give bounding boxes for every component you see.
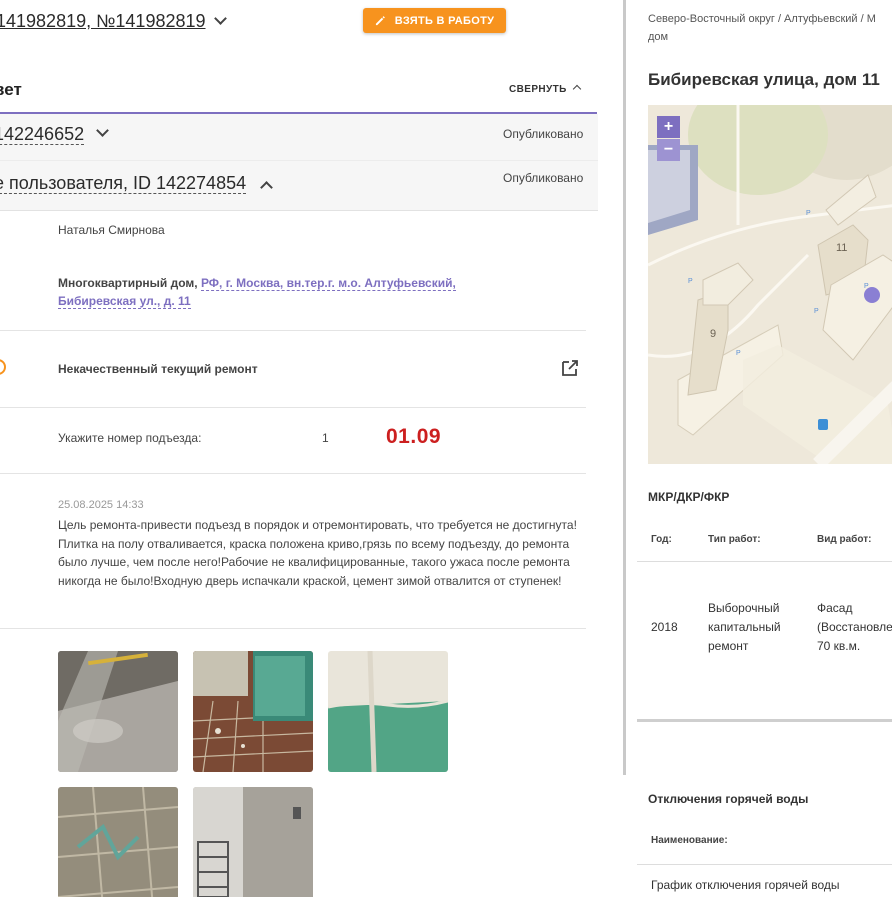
take-to-work-label: ВЗЯТЬ В РАБОТУ <box>394 14 495 27</box>
handwritten-stamp: 01.09 <box>386 425 442 448</box>
category-title: Некачественный текущий ремонт <box>58 362 258 376</box>
transport-stop-icon <box>818 419 828 430</box>
comment-date: 25.08.2025 14:33 <box>58 499 144 511</box>
repairs-kind-line: Фасад <box>817 601 853 615</box>
divider <box>637 561 892 562</box>
item-id-link[interactable]: 142246652 <box>0 124 85 145</box>
repairs-type: Выборочный капитальный ремонт <box>708 599 781 656</box>
photo-thumbnail[interactable] <box>58 651 178 772</box>
item-status: Опубликовано <box>503 127 584 141</box>
repairs-type-line: Выборочный <box>708 601 780 615</box>
repairs-header-kind: Вид работ: <box>817 534 872 545</box>
repairs-type-line: капитальный <box>708 620 781 634</box>
hotwater-row[interactable]: График отключения горячей воды <box>651 876 840 895</box>
chevron-up-icon[interactable] <box>260 181 273 194</box>
repairs-title: МКР/ДКР/ФКР <box>648 490 730 504</box>
address-link-line2[interactable]: Бибиревская ул., д. 11 <box>58 294 191 309</box>
breadcrumb-line[interactable]: дом <box>648 28 892 46</box>
repairs-header-type: Тип работ: <box>708 534 761 545</box>
divider <box>0 330 586 331</box>
photo-thumbnail[interactable] <box>328 651 448 772</box>
map-view[interactable]: 9 11 P P P P P <box>648 105 892 464</box>
parking-icon: P <box>736 350 741 357</box>
divider <box>0 160 598 161</box>
take-to-work-button[interactable]: ВЗЯТЬ В РАБОТУ <box>363 8 506 33</box>
request-title-text: 141982819, №141982819 <box>0 11 206 31</box>
map-building-label: 11 <box>836 242 847 254</box>
divider <box>0 628 586 629</box>
request-panel: 141982819, №141982819 ВЗЯТЬ В РАБОТУ вет… <box>0 0 598 897</box>
author-name: Наталья Смирнова <box>58 223 165 237</box>
building-panel: Северо-Восточный округ / Алтуфьевский / … <box>637 0 892 897</box>
repairs-header-year: Год: <box>651 534 672 545</box>
collapse-label: СВЕРНУТЬ <box>509 84 567 95</box>
section-divider <box>637 719 892 722</box>
map-zoom-controls: + − <box>657 116 680 161</box>
entrance-answer: 1 <box>322 431 329 445</box>
repairs-year: 2018 <box>651 620 678 634</box>
map-building-label: 9 <box>710 328 716 340</box>
item-status: Опубликовано <box>503 171 584 185</box>
breadcrumb-line[interactable]: Северо-Восточный округ / Алтуфьевский / … <box>648 10 892 28</box>
repairs-kind: Фасад (Восстановле 70 кв.м. <box>817 599 892 656</box>
divider <box>637 864 892 865</box>
scrollbar[interactable] <box>623 0 626 775</box>
entrance-question: Укажите номер подъезда: <box>58 431 202 445</box>
repairs-kind-line: 70 кв.м. <box>817 639 861 653</box>
parking-icon: P <box>814 308 819 315</box>
item-id-link[interactable]: е пользователя, ID 142274854 <box>0 173 247 194</box>
comment-text: Цель ремонта-привести подъезд в порядок … <box>58 518 577 588</box>
chevron-down-icon[interactable] <box>96 124 109 137</box>
pencil-icon <box>375 16 385 26</box>
hotwater-title: Отключения горячей воды <box>648 792 809 806</box>
parking-icon: P <box>688 278 693 285</box>
address-link-line1[interactable]: РФ, г. Москва, вн.тер.г. м.о. Алтуфьевск… <box>200 276 456 291</box>
repairs-type-line: ремонт <box>708 639 749 653</box>
section-title: вет <box>0 80 22 99</box>
chevron-down-icon <box>213 12 227 25</box>
zoom-out-button[interactable]: − <box>657 139 680 161</box>
zoom-in-button[interactable]: + <box>657 116 680 138</box>
object-address: Многоквартирный дом, РФ, г. Москва, вн.т… <box>58 274 456 310</box>
repairs-kind-line: (Восстановле <box>817 620 892 634</box>
item-row-1[interactable]: 142246652 <box>0 123 109 145</box>
breadcrumb: Северо-Восточный округ / Алтуфьевский / … <box>648 10 892 46</box>
request-title[interactable]: 141982819, №141982819 <box>0 11 227 32</box>
photo-thumbnail[interactable] <box>193 787 313 897</box>
chevron-up-icon <box>572 84 581 94</box>
item-row-2[interactable]: е пользователя, ID 142274854 <box>0 172 273 194</box>
building-address: Бибиревская улица, дом 11 <box>648 70 880 89</box>
location-marker-icon[interactable] <box>864 287 880 303</box>
collapse-button[interactable]: СВЕРНУТЬ <box>509 84 581 95</box>
object-type: Многоквартирный дом, <box>58 276 198 290</box>
open-external-icon[interactable] <box>561 359 579 377</box>
status-circle-icon <box>0 359 6 375</box>
photo-thumbnail[interactable] <box>193 651 313 772</box>
photo-thumbnail[interactable] <box>58 787 178 897</box>
divider <box>0 473 586 474</box>
hotwater-header: Наименование: <box>651 835 728 846</box>
parking-icon: P <box>806 210 811 217</box>
divider <box>0 407 586 408</box>
